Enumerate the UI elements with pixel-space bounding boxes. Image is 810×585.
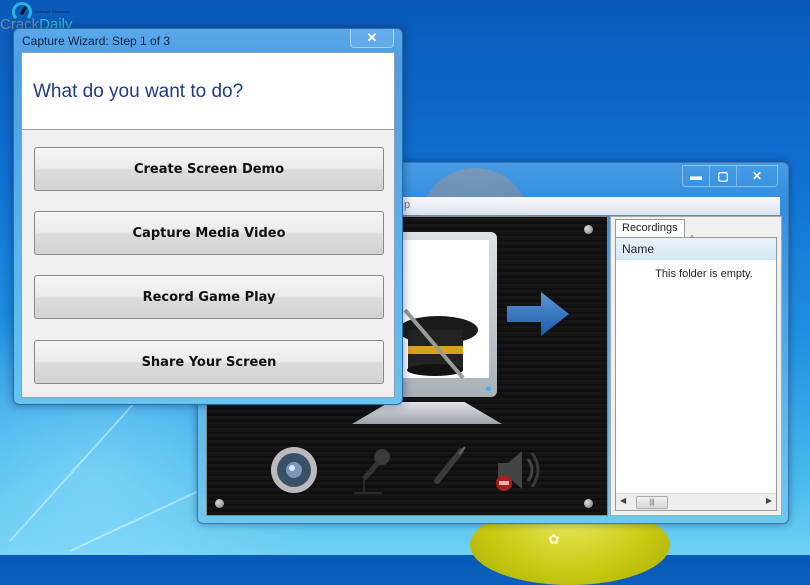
close-icon: ✕ [751,169,763,183]
empty-folder-message: This folder is empty. [655,268,753,280]
minimize-icon: ▬ [690,169,702,183]
column-label-name: Name [622,242,655,256]
screw-icon [215,499,224,508]
microphone-icon[interactable] [352,445,397,495]
capture-wizard-dialog: Capture Wizard: Step 1 of 3 ✕ What do yo… [13,28,403,405]
screw-icon [584,499,593,508]
dialog-body: What do you want to do? Create Screen De… [21,52,395,398]
scrollbar-thumb[interactable]: ||| [636,496,668,509]
caption-buttons: ▬ ▢ ✕ [682,165,778,187]
minimize-button[interactable]: ▬ [683,166,710,186]
column-header-name[interactable]: ^ Name [616,234,776,260]
audio-jack-icon[interactable] [429,445,469,490]
screw-icon [584,225,593,234]
monitor-stand [352,402,502,424]
dialog-header: What do you want to do? [22,53,394,130]
recordings-list[interactable]: ^ Name This folder is empty. ◀ ||| ▶ [615,234,777,511]
capture-media-video-button[interactable]: Capture Media Video [34,211,384,255]
speaker-icon[interactable] [269,445,319,495]
create-screen-demo-button[interactable]: Create Screen Demo [34,147,384,191]
scroll-right-icon[interactable]: ▶ [766,496,772,505]
power-led [486,386,491,391]
mute-speaker-icon[interactable] [492,445,542,495]
maximize-icon: ▢ [717,169,729,183]
watermark-tagline: Software Download [35,9,70,14]
magic-hat-icon [398,308,478,380]
dialog-title: Capture Wizard: Step 1 of 3 [22,34,171,48]
record-game-play-button[interactable]: Record Game Play [34,275,384,319]
close-icon: ✕ [366,30,378,45]
horizontal-scrollbar[interactable]: ◀ ||| ▶ [616,493,776,510]
scroll-left-icon[interactable]: ◀ [620,496,626,505]
arrow-right-icon [507,292,569,336]
maximize-button[interactable]: ▢ [710,166,737,186]
recordings-panel: Recordings ^ Name This folder is empty. … [610,216,782,516]
close-button[interactable]: ✕ [737,166,777,186]
share-your-screen-button[interactable]: Share Your Screen [34,340,384,384]
dialog-question: What do you want to do? [33,81,244,102]
menu-help[interactable]: p [404,199,410,211]
close-button[interactable]: ✕ [350,29,394,48]
sort-ascending-icon: ^ [690,234,694,243]
